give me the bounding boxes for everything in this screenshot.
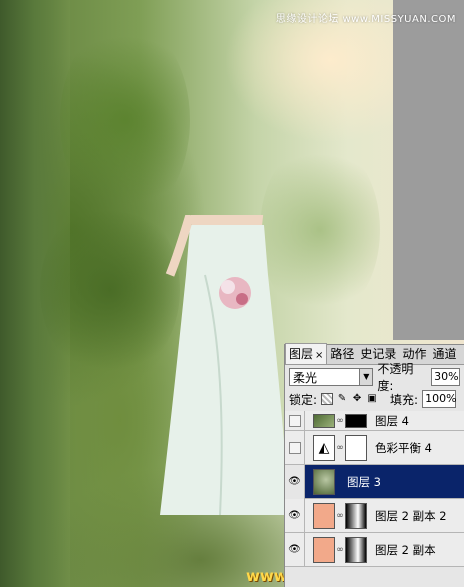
blend-mode-select[interactable]: 柔光 ▼ (289, 368, 374, 386)
link-icon: ∞ (336, 544, 344, 555)
tab-channels[interactable]: 通道 (429, 344, 459, 364)
visibility-toggle[interactable]: 👁 (285, 498, 305, 533)
lock-row: 锁定: ✎ ✥ ▣ 填充: 100% (285, 389, 464, 409)
layer-name[interactable]: 图层 2 副本 (375, 542, 436, 558)
layer-row[interactable]: 👁 ∞ 图层 2 副本 2 (285, 498, 464, 533)
tab-layers[interactable]: 图层 × (285, 343, 328, 364)
layer-mask-thumbnail (345, 536, 367, 563)
chevron-down-icon[interactable]: ▼ (359, 369, 373, 385)
layer-mask-thumbnail (345, 413, 367, 428)
layers-panel: 图层 × 路径 史记录 动作 通道 柔光 ▼ 不透明度: 30% 锁定: ✎ ✥ … (284, 343, 464, 587)
panel-tabs: 图层 × 路径 史记录 动作 通道 (285, 343, 464, 365)
adjustment-layer-icon: ◭ (313, 434, 335, 461)
blend-row: 柔光 ▼ 不透明度: 30% (285, 362, 464, 393)
layer-thumbnail (313, 468, 335, 495)
layer-thumbnail (313, 502, 335, 529)
layer-name[interactable]: 图层 2 副本 2 (375, 508, 447, 524)
brush-icon[interactable]: ✎ (336, 393, 348, 405)
blend-mode-value: 柔光 (293, 370, 318, 385)
close-icon[interactable]: × (315, 350, 323, 361)
lock-label: 锁定: (289, 392, 318, 407)
lock-icon[interactable]: ▣ (366, 393, 378, 405)
visibility-toggle[interactable]: 👁 (285, 532, 305, 567)
move-icon[interactable]: ✥ (351, 393, 363, 405)
opacity-label: 不透明度: (377, 362, 414, 393)
eye-box[interactable] (288, 414, 301, 427)
lock-transparency-icon[interactable] (321, 393, 334, 405)
layer-mask-thumbnail (345, 502, 367, 529)
eye-box[interactable] (288, 441, 301, 454)
layer-mask-thumbnail (345, 434, 367, 461)
link-icon: ∞ (336, 442, 344, 453)
layer-thumbnail (313, 413, 335, 428)
tab-paths[interactable]: 路径 (327, 344, 357, 364)
canvas-background-area (393, 0, 464, 340)
fill-label: 填充: (390, 392, 419, 407)
layer-name[interactable]: 色彩平衡 4 (375, 440, 432, 456)
visibility-toggle[interactable] (285, 410, 305, 431)
layer-row[interactable]: 👁 ∞ 图层 2 副本 (285, 532, 464, 567)
watermark-top: 思缘设计论坛 www.MISSYUAN.COM (275, 14, 456, 25)
layer-row[interactable]: ∞ 图层 4 (285, 410, 464, 431)
link-icon: ∞ (336, 415, 344, 426)
layer-thumbnail (313, 536, 335, 563)
lock-icons: ✎ ✥ ▣ (321, 393, 378, 405)
layer-row-selected[interactable]: 👁 图层 3 (285, 464, 464, 499)
visibility-toggle[interactable] (285, 430, 305, 465)
layer-list: ∞ 图层 4 ◭ ∞ 色彩平衡 4 👁 图层 3 👁 ∞ 图层 2 副本 2 👁… (285, 410, 464, 567)
opacity-input[interactable]: 30% (431, 368, 460, 386)
tab-label: 图层 (289, 347, 314, 361)
layer-row[interactable]: ◭ ∞ 色彩平衡 4 (285, 430, 464, 465)
layer-name[interactable]: 图层 4 (375, 413, 409, 429)
fill-input[interactable]: 100% (422, 390, 457, 408)
foliage (60, 20, 190, 220)
layer-name[interactable]: 图层 3 (347, 474, 381, 490)
visibility-toggle[interactable]: 👁 (285, 464, 305, 499)
bride-figure (160, 215, 290, 516)
link-icon: ∞ (336, 510, 344, 521)
